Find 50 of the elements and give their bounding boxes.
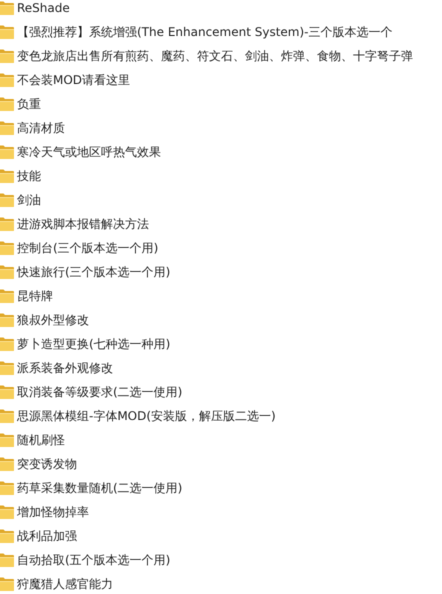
folder-item[interactable]: 昆特牌 bbox=[0, 284, 442, 308]
folder-icon bbox=[0, 361, 14, 375]
folder-icon bbox=[0, 73, 14, 87]
folder-icon bbox=[0, 577, 14, 591]
folder-icon bbox=[0, 313, 14, 327]
folder-item[interactable]: 【强烈推荐】系统增强(The Enhancement System)-三个版本选一个 bbox=[0, 20, 442, 44]
folder-item[interactable]: 派系装备外观修改 bbox=[0, 356, 442, 380]
folder-icon bbox=[0, 1, 14, 15]
folder-icon bbox=[0, 121, 14, 135]
folder-item[interactable]: 自动拾取(五个版本选一个用) bbox=[0, 548, 442, 572]
folder-item[interactable]: 变色龙旅店出售所有煎药、魔药、符文石、剑油、炸弹、食物、十字弩子弹 bbox=[0, 44, 442, 68]
folder-icon bbox=[0, 457, 14, 471]
folder-icon bbox=[0, 49, 14, 63]
folder-icon bbox=[0, 553, 14, 567]
folder-icon bbox=[0, 145, 14, 159]
folder-item[interactable]: 寒冷天气或地区呼热气效果 bbox=[0, 140, 442, 164]
folder-icon bbox=[0, 97, 14, 111]
folder-item[interactable]: 随机刷怪 bbox=[0, 428, 442, 452]
folder-item[interactable]: 取消装备等级要求(二选一使用) bbox=[0, 380, 442, 404]
folder-icon bbox=[0, 529, 14, 543]
folder-item[interactable]: 快速旅行(三个版本选一个用) bbox=[0, 260, 442, 284]
folder-icon bbox=[0, 385, 14, 399]
folder-item[interactable]: 高清材质 bbox=[0, 116, 442, 140]
folder-item[interactable]: 控制台(三个版本选一个用) bbox=[0, 236, 442, 260]
folder-icon bbox=[0, 481, 14, 495]
folder-icon bbox=[0, 169, 14, 183]
folder-item[interactable]: 负重 bbox=[0, 92, 442, 116]
folder-icon bbox=[0, 241, 14, 255]
folder-icon bbox=[0, 289, 14, 303]
folder-icon bbox=[0, 433, 14, 447]
folder-item[interactable]: 进游戏脚本报错解决方法 bbox=[0, 212, 442, 236]
folder-item[interactable]: 技能 bbox=[0, 164, 442, 188]
folder-item[interactable]: 狼叔外型修改 bbox=[0, 308, 442, 332]
folder-item[interactable]: 狩魔猎人感官能力 bbox=[0, 572, 442, 594]
folder-icon bbox=[0, 409, 14, 423]
folder-item[interactable]: 思源黑体模组-字体MOD(安装版，解压版二选一) bbox=[0, 404, 442, 428]
folder-icon bbox=[0, 337, 14, 351]
folder-icon bbox=[0, 25, 14, 39]
folder-icon bbox=[0, 505, 14, 519]
folder-item[interactable]: 剑油 bbox=[0, 188, 442, 212]
folder-item[interactable]: 增加怪物掉率 bbox=[0, 500, 442, 524]
folder-item[interactable]: 不会装MOD请看这里 bbox=[0, 68, 442, 92]
folder-icon bbox=[0, 193, 14, 207]
folder-item[interactable]: ReShade bbox=[0, 0, 442, 20]
folder-item[interactable]: 萝卜造型更换(七种选一种用) bbox=[0, 332, 442, 356]
folder-item[interactable]: 突变诱发物 bbox=[0, 452, 442, 476]
folder-item[interactable]: 药草采集数量随机(二选一使用) bbox=[0, 476, 442, 500]
folder-icon bbox=[0, 217, 14, 231]
folder-item[interactable]: 战利品加强 bbox=[0, 524, 442, 548]
folder-icon bbox=[0, 265, 14, 279]
